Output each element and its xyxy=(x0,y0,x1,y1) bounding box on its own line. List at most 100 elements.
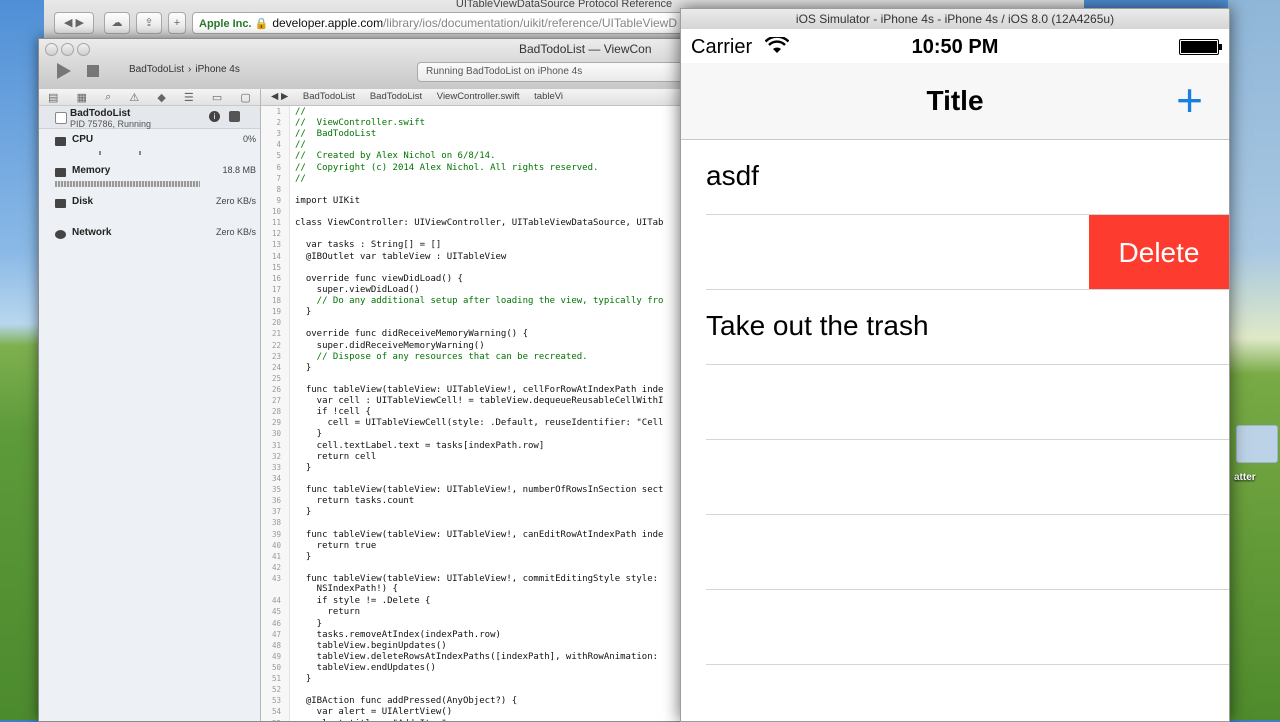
code-line[interactable]: 40 return true xyxy=(261,540,699,551)
info-icon[interactable]: i xyxy=(209,111,220,122)
code-line[interactable]: 2 // ViewController.swift xyxy=(261,117,699,128)
jump-back-icon[interactable]: ◀ ▶ xyxy=(271,91,288,102)
code-line[interactable]: 53 @IBAction func addPressed(AnyObject?)… xyxy=(261,695,699,707)
code-line[interactable]: 29 cell = UITableViewCell(style: .Defaul… xyxy=(261,417,699,428)
jump-bar-item[interactable]: ViewController.swift xyxy=(437,91,520,102)
code-line[interactable]: 5 // Created by Alex Nichol on 6/8/14. xyxy=(261,150,699,161)
code-line[interactable]: 6 // Copyright (c) 2014 Alex Nichol. All … xyxy=(261,162,699,173)
code-line[interactable]: 20 xyxy=(261,317,699,328)
table-row[interactable]: asdf xyxy=(681,140,1229,215)
code-line[interactable]: 42 xyxy=(261,562,699,573)
jump-bar-item[interactable]: BadTodoList xyxy=(370,91,422,102)
code-line[interactable]: 13 var tasks : String[] = [] xyxy=(261,239,699,250)
table-view[interactable]: asdf Delete Take out the trash xyxy=(681,140,1229,721)
code-line[interactable]: 4 // xyxy=(261,139,699,150)
code-line[interactable]: 45 return xyxy=(261,606,699,617)
threads-icon[interactable] xyxy=(229,111,240,122)
code-line[interactable]: 32 return cell xyxy=(261,451,699,462)
code-line[interactable]: 23 // Dispose of any resources that can … xyxy=(261,351,699,362)
code-line[interactable]: 52 xyxy=(261,684,699,695)
code-line[interactable]: 36 return tasks.count xyxy=(261,495,699,506)
test-navigator-icon[interactable]: ◆ xyxy=(157,91,165,104)
code-line[interactable]: 37 } xyxy=(261,506,699,518)
jump-bar-item[interactable]: tableVi xyxy=(534,91,563,102)
symbol-navigator-icon[interactable]: ▦ xyxy=(77,91,87,104)
code-line[interactable]: 50 tableView.endUpdates() xyxy=(261,662,699,673)
code-line[interactable]: 35 func tableView(tableView: UITableView… xyxy=(261,484,699,495)
source-editor[interactable]: ◀ ▶ BadTodoList BadTodoList ViewControll… xyxy=(261,89,699,721)
code-line[interactable]: 15 xyxy=(261,262,699,273)
code-line[interactable]: 12 xyxy=(261,228,699,239)
code-line[interactable]: 18 // Do any additional setup after load… xyxy=(261,295,699,306)
code-line[interactable]: 21 override func didReceiveMemoryWarning… xyxy=(261,328,699,339)
code-line[interactable]: NSIndexPath!) { xyxy=(261,584,699,595)
gauge-memory[interactable]: Memory 18.8 MB xyxy=(39,160,260,191)
code-line[interactable]: 11 class ViewController: UIViewController… xyxy=(261,217,699,228)
code-text: @IBAction func addPressed(AnyObject?) { xyxy=(295,696,518,707)
back-forward-buttons[interactable]: ◀ ▶ xyxy=(54,12,94,34)
code-line[interactable]: 9 import UIKit xyxy=(261,195,699,206)
code-line[interactable]: 41 } xyxy=(261,551,699,562)
code-line[interactable]: 1 // xyxy=(261,106,699,117)
code-line[interactable]: 46 } xyxy=(261,618,699,629)
code-line[interactable]: 25 xyxy=(261,373,699,384)
code-line[interactable]: 17 super.viewDidLoad() xyxy=(261,284,699,295)
code-line[interactable]: 47 tasks.removeAtIndex(indexPath.row) xyxy=(261,629,699,640)
debug-navigator-icon[interactable]: ☰ xyxy=(184,91,194,104)
code-line[interactable]: 19 } xyxy=(261,306,699,317)
code-line[interactable]: 51 } xyxy=(261,673,699,684)
issue-navigator-icon[interactable]: ⚠ xyxy=(129,91,139,104)
code-line[interactable]: 27 var cell : UITableViewCell! = tableVi… xyxy=(261,395,699,406)
code-line[interactable]: 30 } xyxy=(261,428,699,439)
zoom-window-button[interactable] xyxy=(77,43,90,56)
code-area[interactable]: 1 // 2 // ViewController.swift 3 // BadTodoLi… xyxy=(261,106,699,721)
code-line[interactable]: 7 // xyxy=(261,173,699,184)
table-row[interactable] xyxy=(681,590,1229,665)
close-window-button[interactable] xyxy=(45,43,58,56)
log-navigator-icon[interactable]: ▢ xyxy=(240,91,250,104)
code-line[interactable]: 54 var alert = UIAlertView() xyxy=(261,706,699,717)
run-icon[interactable] xyxy=(57,63,71,79)
code-line[interactable]: 33 } xyxy=(261,462,699,473)
project-navigator-icon[interactable]: ▤ xyxy=(48,91,58,104)
share-button[interactable]: ⇪ xyxy=(136,12,162,34)
add-button[interactable]: + xyxy=(1176,77,1203,123)
code-line[interactable]: 28 if !cell { xyxy=(261,406,699,417)
table-row[interactable] xyxy=(681,515,1229,590)
stop-icon[interactable] xyxy=(87,65,99,77)
folder-icon[interactable] xyxy=(1236,425,1278,463)
code-line[interactable]: 34 xyxy=(261,473,699,484)
code-line[interactable]: 24 } xyxy=(261,362,699,373)
find-navigator-icon[interactable]: ⌕ xyxy=(105,91,111,104)
code-line[interactable]: 10 xyxy=(261,206,699,217)
breakpoint-navigator-icon[interactable]: ▭ xyxy=(212,91,222,104)
minimize-window-button[interactable] xyxy=(61,43,74,56)
code-line[interactable]: 16 override func viewDidLoad() { xyxy=(261,273,699,284)
delete-button[interactable]: Delete xyxy=(1089,215,1229,290)
code-line[interactable]: 38 xyxy=(261,517,699,528)
code-line[interactable]: 44 if style != .Delete { xyxy=(261,595,699,606)
scheme-selector[interactable]: BadTodoList › iPhone 4s xyxy=(129,64,244,75)
code-line[interactable]: 22 super.didReceiveMemoryWarning() xyxy=(261,340,699,351)
code-line[interactable]: 48 tableView.beginUpdates() xyxy=(261,640,699,651)
code-line[interactable]: 14 @IBOutlet var tableView : UITableView xyxy=(261,251,699,262)
code-line[interactable]: 26 func tableView(tableView: UITableView… xyxy=(261,384,699,395)
code-line[interactable]: 43 func tableView(tableView: UITableView… xyxy=(261,573,699,584)
code-line[interactable]: 39 func tableView(tableView: UITableView… xyxy=(261,529,699,540)
process-row[interactable]: BadTodoList PID 75786, Running i xyxy=(39,106,260,129)
code-line[interactable]: 49 tableView.deleteRowsAtIndexPaths([ind… xyxy=(261,651,699,662)
jump-bar-item[interactable]: BadTodoList xyxy=(303,91,355,102)
gauge-network[interactable]: Network Zero KB/s xyxy=(39,222,260,253)
icloud-tabs-button[interactable]: ☁ xyxy=(104,12,130,34)
code-line[interactable]: 31 cell.textLabel.text = tasks[indexPath… xyxy=(261,440,699,451)
code-line[interactable]: 8 xyxy=(261,184,699,195)
table-row[interactable] xyxy=(681,440,1229,515)
code-text: } xyxy=(295,507,312,518)
gauge-cpu[interactable]: CPU 0% xyxy=(39,129,260,160)
table-row[interactable] xyxy=(681,365,1229,440)
new-tab-button[interactable]: + xyxy=(168,12,186,34)
code-line[interactable]: 3 // BadTodoList xyxy=(261,128,699,139)
table-row[interactable]: Take out the trash xyxy=(681,290,1229,365)
gauge-disk[interactable]: Disk Zero KB/s xyxy=(39,191,260,222)
table-row[interactable]: Delete xyxy=(681,215,1229,290)
